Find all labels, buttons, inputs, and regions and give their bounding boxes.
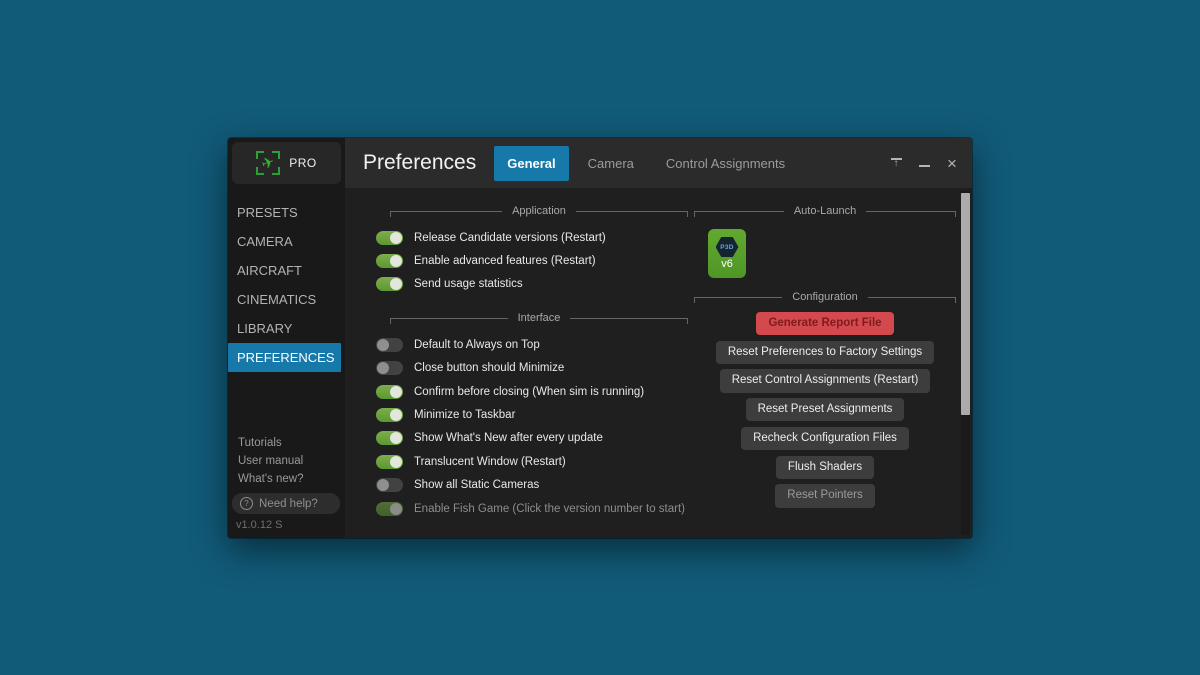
toggle-label: Enable advanced features (Restart)	[414, 255, 596, 267]
show-static-cameras-toggle[interactable]	[376, 478, 403, 492]
sidebar-item-cinematics[interactable]: CINEMATICS	[228, 285, 345, 314]
toggle-label: Send usage statistics	[414, 278, 523, 290]
usage-statistics-toggle[interactable]	[376, 277, 403, 291]
preferences-content: Application Release Candidate versions (…	[345, 188, 972, 538]
fish-game-toggle[interactable]	[376, 502, 403, 516]
need-help-button[interactable]: ? Need help?	[232, 493, 340, 514]
translucent-window-toggle[interactable]	[376, 455, 403, 469]
sidebar-footer: Tutorials User manual What's new? ? Need…	[228, 434, 345, 538]
toggle-row-translucent-window: Translucent Window (Restart)	[376, 450, 688, 473]
airplane-logo-icon: ✈	[256, 151, 280, 175]
main-area: Preferences General Camera Control Assig…	[345, 138, 972, 538]
reset-preferences-button[interactable]: Reset Preferences to Factory Settings	[716, 341, 934, 364]
toggle-label: Default to Always on Top	[414, 339, 540, 351]
whats-new-link[interactable]: What's new?	[228, 470, 345, 488]
sidebar-item-aircraft[interactable]: AIRCRAFT	[228, 256, 345, 285]
configuration-section-header: Configuration	[694, 291, 956, 303]
show-whats-new-toggle[interactable]	[376, 431, 403, 445]
right-column: Auto-Launch P3D v6 Configuration Generat…	[694, 188, 956, 538]
confirm-before-closing-toggle[interactable]	[376, 385, 403, 399]
auto-launch-section-title: Auto-Launch	[784, 205, 866, 217]
reset-control-assignments-button[interactable]: Reset Control Assignments (Restart)	[720, 369, 931, 392]
reset-preset-assignments-button[interactable]: Reset Preset Assignments	[746, 398, 905, 421]
recheck-configuration-files-button[interactable]: Recheck Configuration Files	[741, 427, 909, 450]
user-manual-link[interactable]: User manual	[228, 452, 345, 470]
tab-camera[interactable]: Camera	[575, 146, 647, 181]
sidebar-item-library[interactable]: LIBRARY	[228, 314, 345, 343]
sidebar-nav: PRESETS CAMERA AIRCRAFT CINEMATICS LIBRA…	[228, 198, 345, 372]
version-label[interactable]: v1.0.12 S	[228, 517, 345, 538]
close-should-minimize-toggle[interactable]	[376, 361, 403, 375]
close-button[interactable]: ×	[942, 153, 962, 173]
minimize-icon	[919, 165, 930, 167]
tab-general[interactable]: General	[494, 146, 568, 181]
toggle-row-advanced-features: Enable advanced features (Restart)	[376, 249, 688, 272]
interface-section-header: Interface	[390, 312, 688, 324]
configuration-buttons: Generate Report File Reset Preferences t…	[694, 312, 956, 508]
toggle-row-usage-statistics: Send usage statistics	[376, 273, 688, 296]
sidebar-item-preferences[interactable]: PREFERENCES	[228, 343, 341, 372]
sim-version-label: v6	[721, 259, 733, 270]
toggle-row-minimize-taskbar: Minimize to Taskbar	[376, 403, 688, 426]
left-column: Application Release Candidate versions (…	[376, 188, 688, 538]
toggle-row-static-cameras: Show all Static Cameras	[376, 474, 688, 497]
p3d-hexagon-icon: P3D	[716, 237, 739, 257]
release-candidate-toggle[interactable]	[376, 231, 403, 245]
toggle-row-fish-game: Enable Fish Game (Click the version numb…	[376, 497, 688, 520]
toggle-label: Close button should Minimize	[414, 362, 564, 374]
pin-to-top-icon: ↑	[890, 158, 903, 168]
close-icon: ×	[947, 155, 957, 172]
titlebar: Preferences General Camera Control Assig…	[345, 138, 972, 188]
application-toggle-list: Release Candidate versions (Restart) Ena…	[376, 226, 688, 296]
sidebar-item-presets[interactable]: PRESETS	[228, 198, 345, 227]
sidebar: ✈ PRO PRESETS CAMERA AIRCRAFT CINEMATICS…	[228, 138, 345, 538]
minimize-button[interactable]	[914, 153, 934, 173]
application-section-title: Application	[502, 205, 576, 217]
always-on-top-toggle[interactable]	[376, 338, 403, 352]
generate-report-file-button[interactable]: Generate Report File	[756, 312, 893, 335]
toggle-label: Enable Fish Game (Click the version numb…	[414, 503, 685, 515]
page-title: Preferences	[363, 151, 476, 175]
auto-launch-section-header: Auto-Launch	[694, 205, 956, 217]
toggle-row-confirm-closing: Confirm before closing (When sim is runn…	[376, 380, 688, 403]
toggle-label: Show all Static Cameras	[414, 479, 539, 491]
toggle-label: Confirm before closing (When sim is runn…	[414, 386, 644, 398]
tutorials-link[interactable]: Tutorials	[228, 434, 345, 452]
prepar3d-v6-auto-launch-tile[interactable]: P3D v6	[708, 229, 746, 278]
flush-shaders-button[interactable]: Flush Shaders	[776, 456, 874, 479]
logo-pro-label: PRO	[289, 156, 317, 170]
scrollbar-track[interactable]	[961, 191, 970, 535]
configuration-section-title: Configuration	[782, 291, 867, 303]
toggle-label: Show What's New after every update	[414, 432, 603, 444]
sidebar-item-camera[interactable]: CAMERA	[228, 227, 345, 256]
toggle-row-whats-new: Show What's New after every update	[376, 427, 688, 450]
app-window: ✈ PRO PRESETS CAMERA AIRCRAFT CINEMATICS…	[228, 138, 972, 538]
interface-section-title: Interface	[508, 312, 571, 324]
advanced-features-toggle[interactable]	[376, 254, 403, 268]
tab-control-assignments[interactable]: Control Assignments	[653, 146, 798, 181]
toggle-row-close-minimize: Close button should Minimize	[376, 357, 688, 380]
application-section-header: Application	[390, 205, 688, 217]
toggle-label: Release Candidate versions (Restart)	[414, 232, 606, 244]
pin-to-top-button[interactable]: ↑	[886, 153, 906, 173]
minimize-to-taskbar-toggle[interactable]	[376, 408, 403, 422]
toggle-label: Minimize to Taskbar	[414, 409, 515, 421]
toggle-label: Translucent Window (Restart)	[414, 456, 566, 468]
toggle-row-always-on-top: Default to Always on Top	[376, 333, 688, 356]
reset-pointers-button[interactable]: Reset Pointers	[775, 484, 874, 507]
window-controls: ↑ ×	[886, 153, 972, 173]
need-help-label: Need help?	[259, 498, 318, 510]
tab-bar: General Camera Control Assignments	[494, 146, 798, 181]
interface-toggle-list: Default to Always on Top Close button sh…	[376, 333, 688, 520]
toggle-row-release-candidate: Release Candidate versions (Restart)	[376, 226, 688, 249]
question-circle-icon: ?	[240, 497, 253, 510]
app-logo[interactable]: ✈ PRO	[232, 142, 341, 184]
scrollbar-thumb[interactable]	[961, 193, 970, 415]
